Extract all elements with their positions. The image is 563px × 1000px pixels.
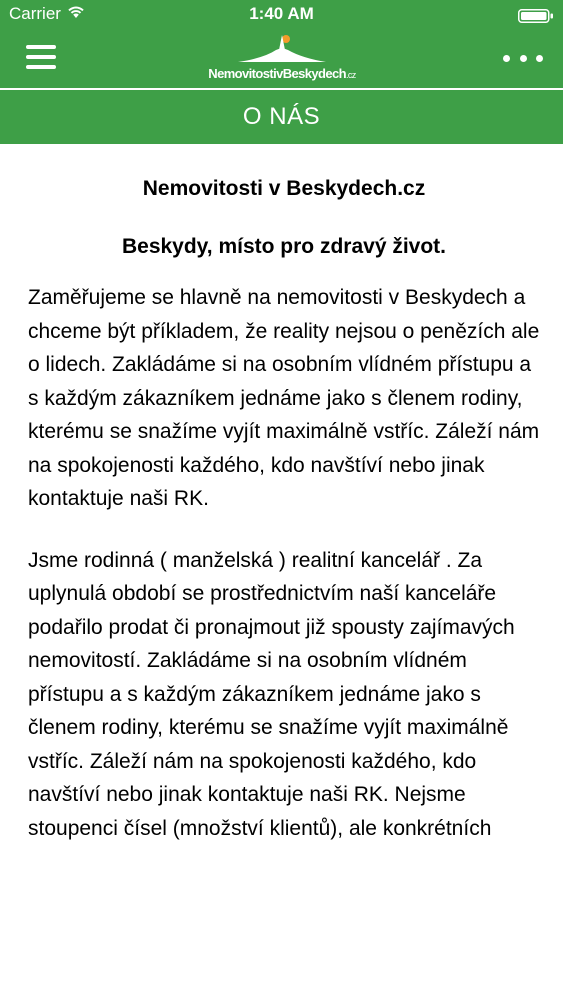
site-logo[interactable]: NemovitostivBeskydech.cz — [194, 32, 370, 84]
logo-text: NemovitostivBeskydech.cz — [194, 66, 370, 81]
page-content: Nemovitosti v Beskydech.cz Beskydy, míst… — [28, 144, 540, 845]
logo-text-main: NemovitostivBeskydech — [208, 66, 346, 81]
app-screen: Carrier 1:40 AM NemovitostivBeskydech.cz… — [0, 0, 563, 1000]
status-bar: Carrier 1:40 AM — [0, 0, 563, 30]
page-header: O NÁS — [0, 90, 563, 144]
content-paragraph: Jsme rodinná ( manželská ) realitní kanc… — [28, 548, 515, 840]
logo-text-tld: .cz — [345, 70, 356, 80]
content-paragraph: Zaměřujeme se hlavně na nemovitosti v Be… — [28, 286, 540, 510]
hamburger-menu-icon[interactable] — [18, 40, 58, 74]
battery-icon — [518, 8, 554, 23]
content-title: Nemovitosti v Beskydech.cz — [142, 177, 426, 200]
more-options-icon[interactable] — [503, 48, 543, 68]
status-time: 1:40 AM — [249, 4, 314, 23]
content-subtitle: Beskydy, místo pro zdravý život. — [121, 235, 447, 258]
logo-mountain-icon — [238, 35, 326, 62]
navigation-bar: NemovitostivBeskydech.cz — [0, 30, 563, 88]
